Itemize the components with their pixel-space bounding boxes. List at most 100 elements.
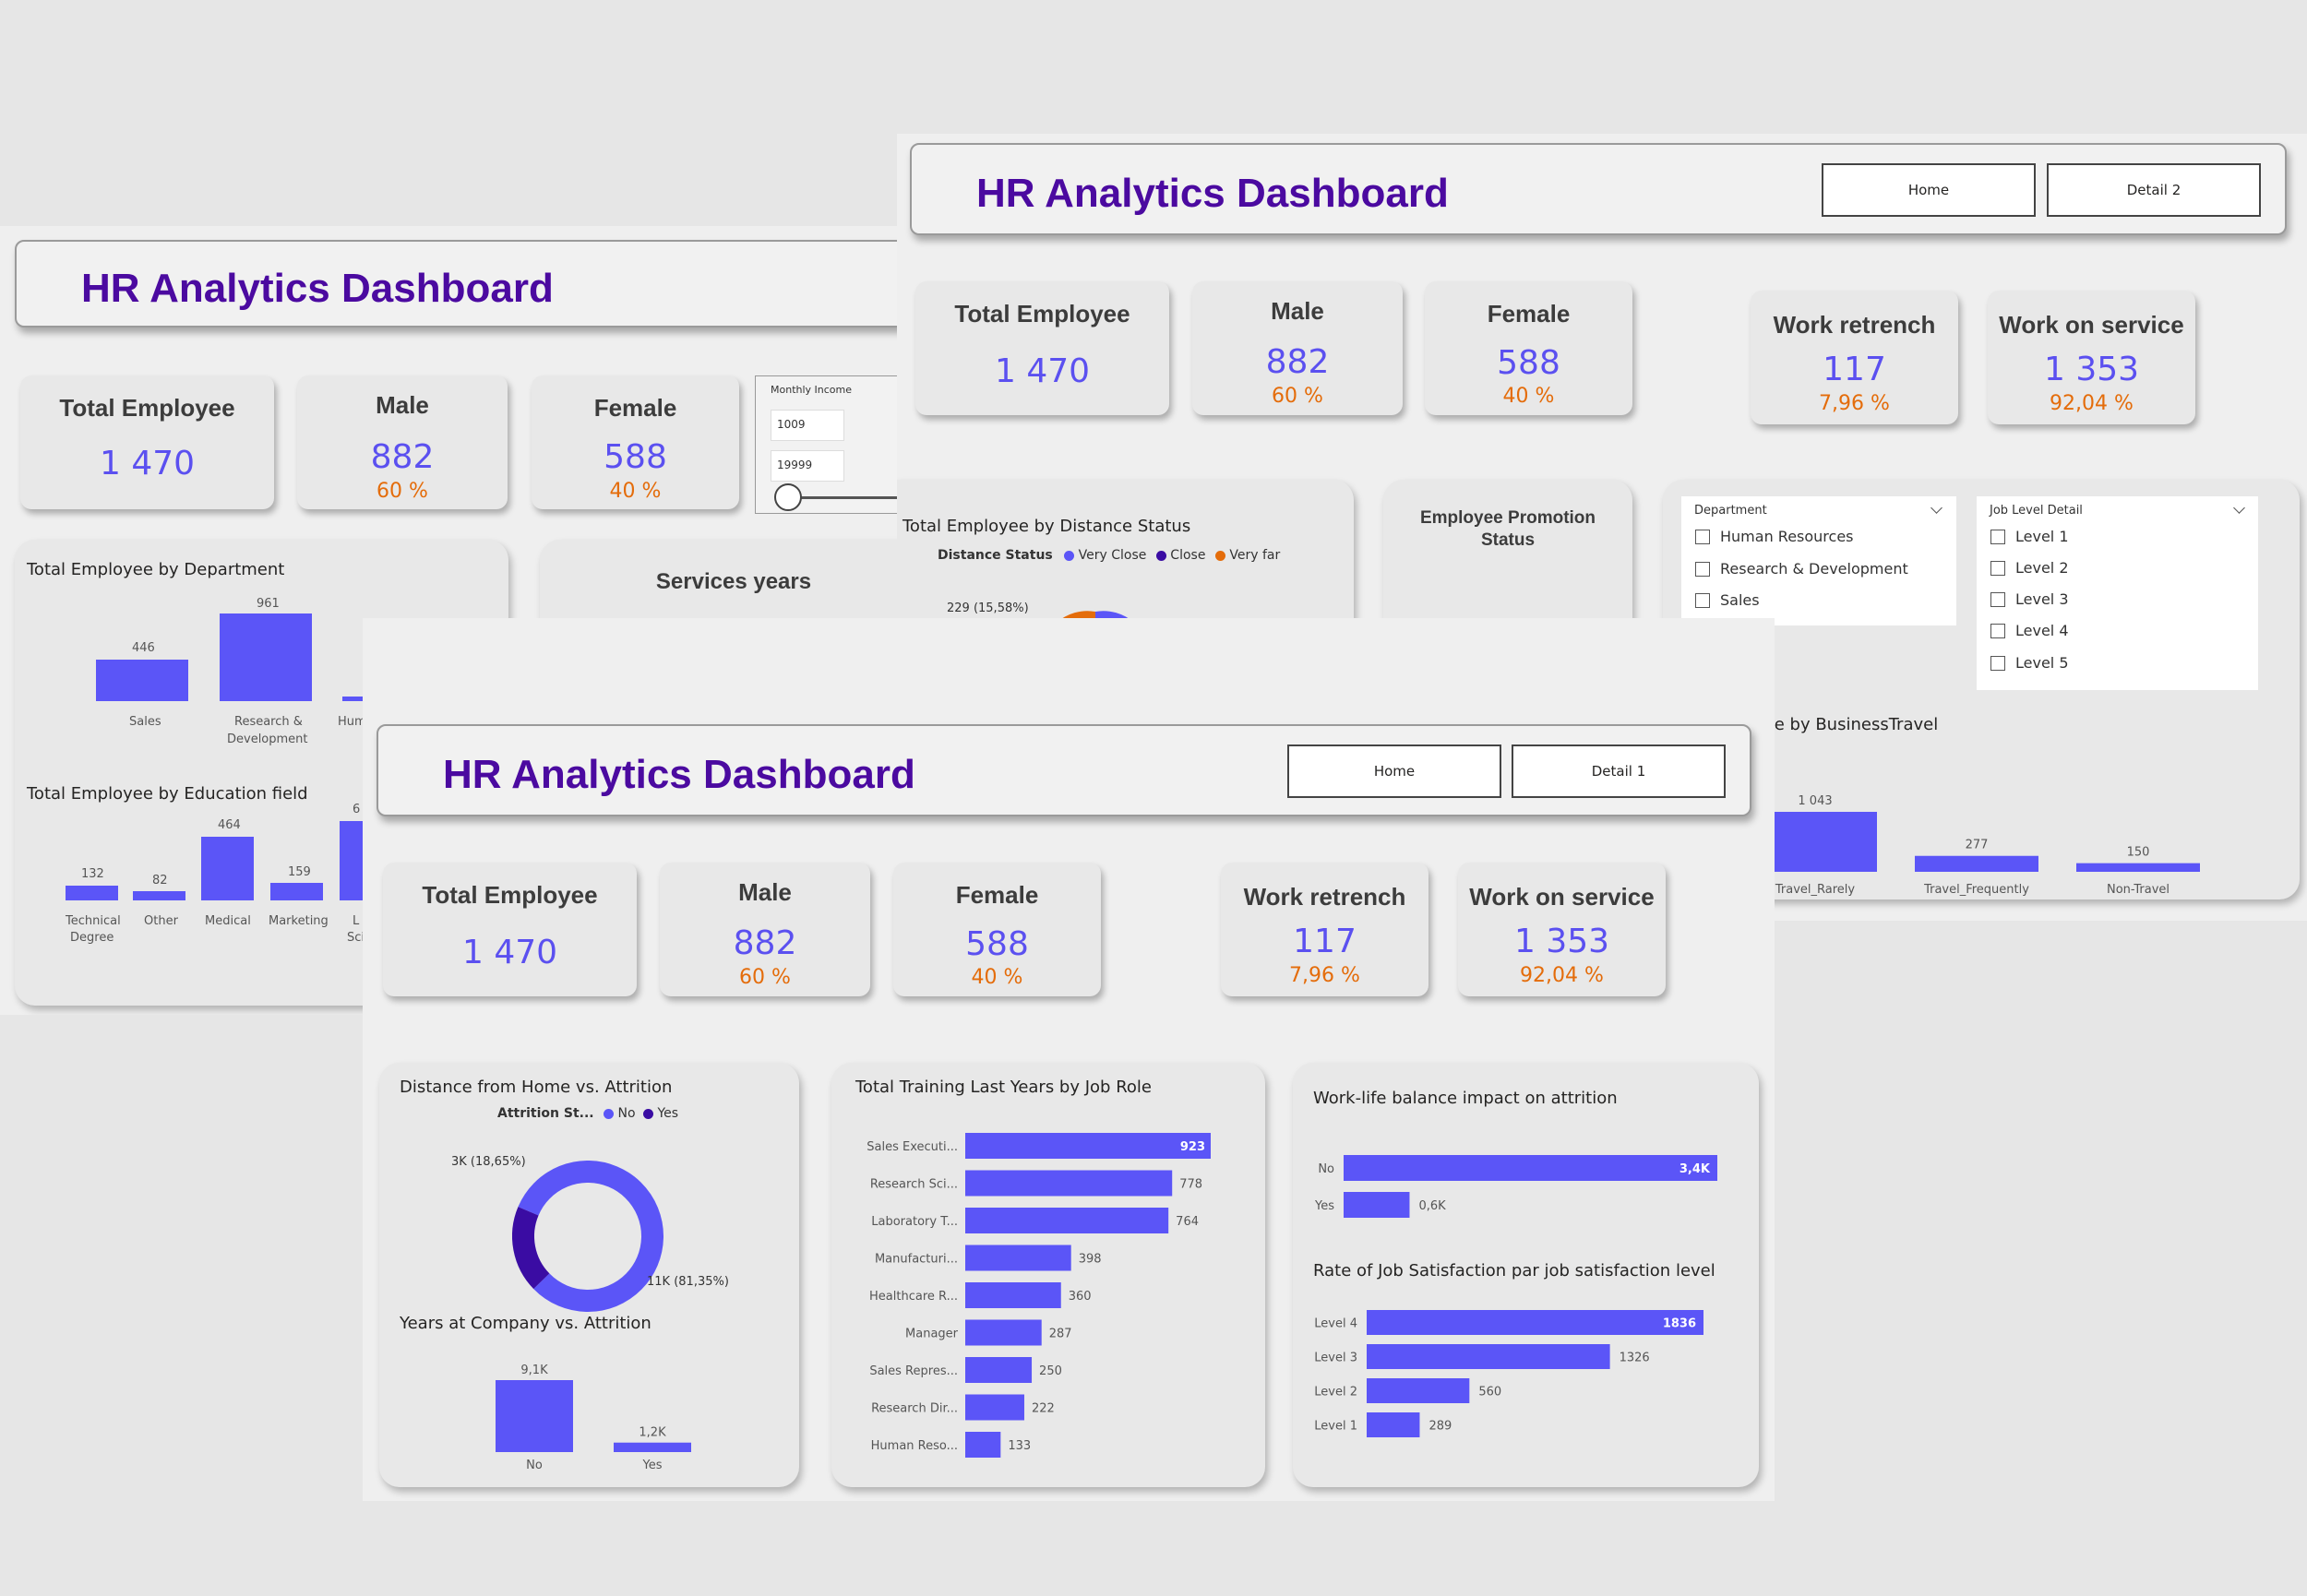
- slicer-option[interactable]: Level 3: [2015, 590, 2069, 608]
- slicer-option[interactable]: Sales: [1720, 591, 1760, 609]
- data-label: 3,4K: [1679, 1162, 1711, 1176]
- kpi-percent: 60 %: [739, 966, 791, 989]
- slicer-option[interactable]: Level 5: [2015, 654, 2069, 672]
- data-label: 133: [1008, 1439, 1031, 1453]
- training-panel: Total Training Last Years by Job Role Sa…: [831, 1063, 1265, 1487]
- bar-no[interactable]: [1344, 1155, 1717, 1181]
- bar-sales-executi[interactable]: [965, 1133, 1211, 1159]
- bar-research-dir[interactable]: [965, 1394, 1024, 1421]
- legend-item: No: [617, 1106, 636, 1121]
- page-header: HR Analytics Dashboard Home Detail 2: [910, 143, 2287, 235]
- legend-item: Very Close: [1078, 548, 1147, 563]
- bar-non-travel[interactable]: [2076, 863, 2200, 872]
- checkbox[interactable]: [1695, 593, 1710, 608]
- slicer-option[interactable]: Research & Development: [1720, 560, 1908, 578]
- slicer-option[interactable]: Level 2: [2015, 559, 2069, 577]
- worklife-chart: No 3,4K Yes 0,6K Level 4 1836 Level 3 1326 Level…: [1314, 1155, 1717, 1437]
- bar-yes[interactable]: [614, 1442, 691, 1452]
- kpi-work-on-service: Work on service 1 353 92,04 %: [1988, 291, 2195, 424]
- bar-level-2[interactable]: [1367, 1378, 1470, 1403]
- checkbox[interactable]: [1990, 624, 2005, 638]
- legend: Distance Status Very Close Close Very fa…: [938, 548, 1280, 563]
- income-slider-handle[interactable]: [774, 483, 802, 511]
- kpi-value: 588: [965, 925, 1029, 963]
- kpi-percent: 92,04 %: [1520, 964, 1604, 987]
- data-label: 360: [1069, 1290, 1092, 1304]
- checkbox[interactable]: [1695, 530, 1710, 544]
- slicer-option[interactable]: Level 1: [2015, 528, 2069, 545]
- bar-medical[interactable]: [201, 837, 254, 900]
- monthly-income-slicer[interactable]: Monthly Income 1009 19999: [755, 375, 914, 514]
- bar-marketing[interactable]: [270, 883, 323, 900]
- kpi-label: Work retrench: [1243, 883, 1406, 911]
- x-tick-label: Development: [227, 732, 308, 746]
- legend-dot-very-close: [1064, 550, 1075, 561]
- detail-2-button[interactable]: Detail 2: [2047, 163, 2261, 217]
- income-max-value: 19999: [777, 459, 813, 471]
- home-button[interactable]: Home: [1287, 744, 1501, 798]
- legend-title: Attrition St...: [497, 1106, 594, 1121]
- checkbox[interactable]: [1990, 592, 2005, 607]
- data-label: 159: [288, 865, 311, 879]
- bar-technical-degree[interactable]: [66, 886, 118, 900]
- checkbox[interactable]: [1990, 561, 2005, 576]
- kpi-label: Work on service: [1469, 883, 1655, 911]
- income-slider-track[interactable]: [785, 496, 914, 499]
- chart-title: Total Employee by Department: [27, 560, 285, 579]
- bar-manufacturi[interactable]: [965, 1245, 1071, 1271]
- bar-other[interactable]: [133, 891, 185, 900]
- checkbox[interactable]: [1990, 656, 2005, 671]
- data-label: 764: [1176, 1215, 1199, 1229]
- y-tick-label: Level 2: [1314, 1386, 1357, 1399]
- slicer-option[interactable]: Level 4: [2015, 622, 2069, 639]
- kpi-label: Total Employee: [954, 300, 1130, 328]
- bar-research-development[interactable]: [220, 613, 312, 701]
- bar-travel-frequently[interactable]: [1915, 855, 2038, 872]
- legend-title: Distance Status: [938, 548, 1053, 563]
- bar-healthcare-r[interactable]: [965, 1282, 1061, 1308]
- x-tick-label: Marketing: [269, 914, 329, 928]
- income-max-input[interactable]: 19999: [771, 450, 844, 482]
- kpi-female: Female 588 40 %: [532, 375, 739, 509]
- department-slicer[interactable]: Department Human Resources Research & De…: [1681, 496, 1956, 625]
- data-label: 1,2K: [639, 1426, 666, 1440]
- checkbox[interactable]: [1990, 530, 2005, 544]
- bar-level-4[interactable]: [1367, 1310, 1703, 1335]
- detail-1-button[interactable]: Detail 1: [1512, 744, 1726, 798]
- bar-yes[interactable]: [1344, 1192, 1410, 1218]
- bar-laboratory-t[interactable]: [965, 1208, 1169, 1233]
- legend: Attrition St... No Yes: [497, 1106, 678, 1121]
- income-min-value: 1009: [777, 418, 806, 431]
- kpi-work-retrench: Work retrench 117 7,96 %: [1221, 863, 1428, 996]
- x-tick-label: Degree: [70, 931, 114, 945]
- job-level-slicer[interactable]: Job Level Detail Level 1 Level 2 Level 3…: [1977, 496, 2258, 690]
- chevron-down-icon[interactable]: [2233, 502, 2245, 514]
- bar-research-sci[interactable]: [965, 1170, 1173, 1197]
- bar-level-1[interactable]: [1367, 1412, 1420, 1437]
- chevron-down-icon[interactable]: [1930, 502, 1942, 514]
- home-button[interactable]: Home: [1822, 163, 2036, 217]
- kpi-label: Total Employee: [59, 394, 235, 422]
- kpi-value: 117: [1823, 351, 1886, 388]
- bar-sales[interactable]: [96, 660, 188, 701]
- kpi-label: Work retrench: [1773, 311, 1936, 339]
- attrition-donut: [512, 1160, 663, 1312]
- bar-human-reso[interactable]: [965, 1432, 1001, 1458]
- worklife-panel: Work-life balance impact on attrition Ra…: [1293, 1063, 1759, 1487]
- y-tick-label: Sales Repres...: [869, 1364, 958, 1378]
- bar-manager[interactable]: [965, 1319, 1042, 1346]
- data-label: 11K (81,35%): [647, 1275, 729, 1289]
- x-tick-label: Non-Travel: [2107, 883, 2170, 897]
- x-tick-label: Travel_Rarely: [1775, 883, 1856, 897]
- income-min-input[interactable]: 1009: [771, 410, 844, 441]
- checkbox[interactable]: [1695, 562, 1710, 577]
- data-label: 1836: [1663, 1317, 1696, 1331]
- kpi-label: Female: [1487, 300, 1571, 328]
- bar-no[interactable]: [496, 1380, 573, 1452]
- bar-sales-repres[interactable]: [965, 1357, 1033, 1383]
- bar-level-3[interactable]: [1367, 1344, 1610, 1369]
- x-tick-label: Medical: [205, 914, 251, 928]
- legend-dot-very-far: [1214, 550, 1225, 561]
- y-tick-label: Research Dir...: [871, 1402, 958, 1416]
- slicer-option[interactable]: Human Resources: [1720, 528, 1854, 545]
